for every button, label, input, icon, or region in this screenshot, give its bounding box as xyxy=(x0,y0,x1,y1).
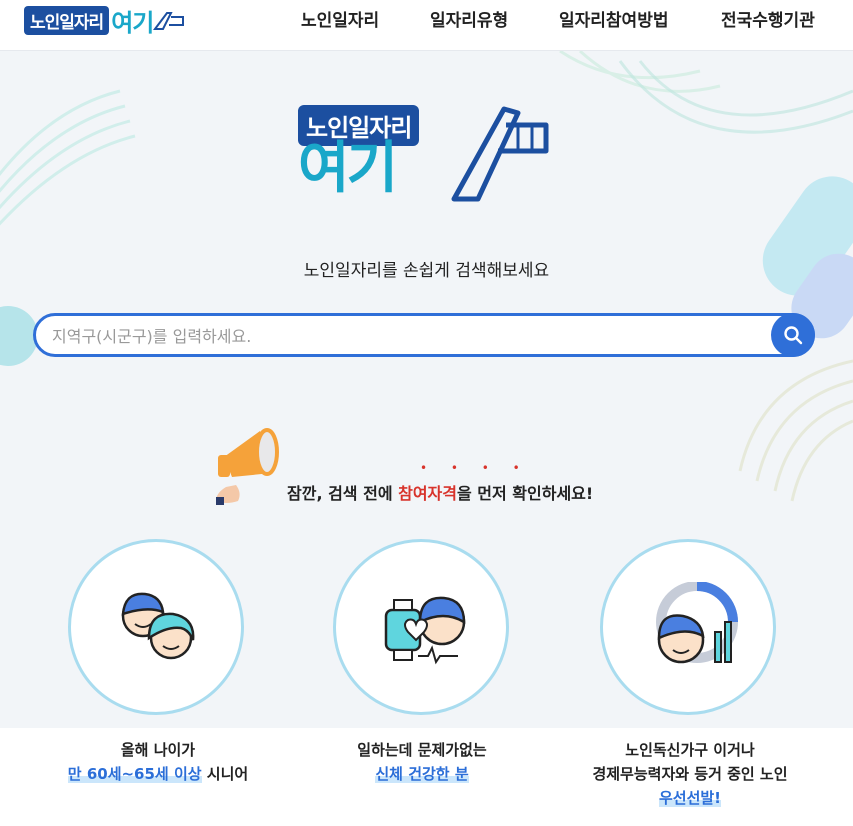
site-header: 노인일자리 여기 노인일자리 일자리유형 일자리참여방법 전국수행기관 xyxy=(0,0,853,51)
priority-highlight: 우선선발! xyxy=(658,789,722,807)
age-post: 시니어 xyxy=(201,765,249,783)
header-logo-tag: 노인일자리 xyxy=(24,5,110,35)
hero-logo: 노인일자리 여기 xyxy=(294,99,554,209)
health-criteria-caption: 일하는데 문제가없는 신체 건강한 분 xyxy=(302,738,542,786)
nav-senior-jobs[interactable]: 노인일자리 xyxy=(301,6,379,31)
age-criteria-caption: 올해 나이가 만 60세~65세 이상 시니어 xyxy=(38,738,278,786)
priority-line1: 노인독신가구 이거나 xyxy=(625,741,755,759)
emphasis-dots: • • • • xyxy=(420,461,530,475)
header-logo[interactable]: 노인일자리 여기 xyxy=(24,4,185,37)
hero-logo-big: 여기 xyxy=(298,136,398,201)
age-highlight: 만 60세~65세 이상 xyxy=(67,765,202,783)
nav-job-types[interactable]: 일자리유형 xyxy=(430,6,508,31)
age-line1: 올해 나이가 xyxy=(120,741,196,759)
header-logo-big: 여기 xyxy=(111,8,154,37)
pointing-hand-icon xyxy=(153,12,185,30)
health-criteria-circle xyxy=(333,539,509,715)
health-line1: 일하는데 문제가없는 xyxy=(357,741,487,759)
search-icon xyxy=(784,326,803,345)
criteria-captions: 올해 나이가 만 60세~65세 이상 시니어 일하는데 문제가없는 신체 건강… xyxy=(0,728,853,826)
notice-emphasis: 참여자격 xyxy=(398,484,457,503)
hero-section: 노인일자리 여기 노인일자리를 손쉽게 검색해보세요 • • • • 잠깐, 검… xyxy=(0,51,853,826)
notice-text: 잠깐, 검색 전에 참여자격을 먼저 확인하세요! xyxy=(287,480,593,504)
nav-agencies[interactable]: 전국수행기관 xyxy=(721,6,815,31)
priority-criteria-circle xyxy=(600,539,776,715)
priority-line2: 경제무능력자와 등거 중인 노인 xyxy=(592,765,788,783)
pointing-hand-icon xyxy=(451,106,549,202)
senior-chart-icon xyxy=(656,582,738,664)
notice-pre: 잠깐, 검색 전에 xyxy=(287,484,399,503)
nav-how-to-join[interactable]: 일자리참여방법 xyxy=(559,6,668,31)
search-button[interactable] xyxy=(771,313,815,357)
notice-post: 을 먼저 확인하세요! xyxy=(457,484,594,503)
hero-tagline: 노인일자리를 손쉽게 검색해보세요 xyxy=(303,261,550,281)
age-criteria-circle xyxy=(68,539,244,715)
region-search-bar xyxy=(33,313,815,357)
senior-couple-icon xyxy=(121,592,195,660)
eligibility-notice: • • • • 잠깐, 검색 전에 참여자격을 먼저 확인하세요! xyxy=(212,417,652,507)
health-highlight: 신체 건강한 분 xyxy=(375,765,469,783)
megaphone-icon xyxy=(216,428,279,505)
smartwatch-heart-icon xyxy=(384,596,466,665)
priority-criteria-caption: 노인독신가구 이거나 경제무능력자와 등거 중인 노인 우선선발! xyxy=(560,738,820,810)
region-search-input[interactable] xyxy=(50,322,754,350)
